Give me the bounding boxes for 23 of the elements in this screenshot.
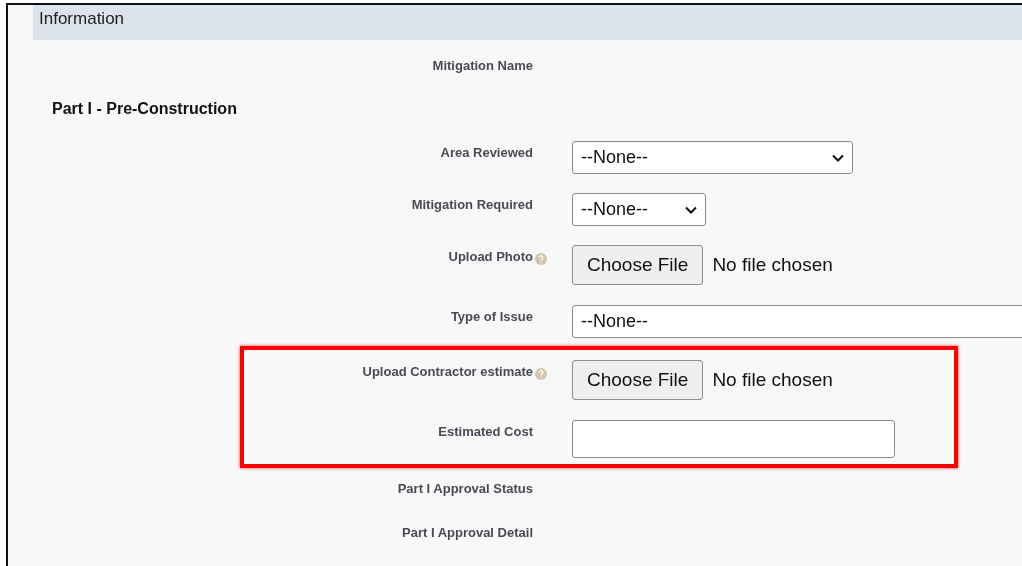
field-label: Area Reviewed bbox=[440, 145, 533, 160]
select-field[interactable]: --None-- bbox=[572, 141, 853, 174]
help-icon[interactable] bbox=[535, 253, 547, 265]
choose-file-button[interactable]: Choose File bbox=[572, 360, 704, 400]
help-icon[interactable] bbox=[535, 368, 547, 380]
chevron-down-icon bbox=[685, 205, 697, 214]
select-field[interactable]: --None-- bbox=[572, 305, 1022, 338]
chevron-down-icon bbox=[832, 153, 844, 162]
field-label: Mitigation Required bbox=[411, 197, 533, 212]
field-label: Upload Photo bbox=[448, 249, 533, 264]
field-label: Estimated Cost bbox=[438, 424, 533, 439]
file-status: No file chosen bbox=[712, 254, 833, 276]
choose-file-button[interactable]: Choose File bbox=[572, 245, 704, 285]
input-field[interactable] bbox=[572, 420, 895, 458]
field-label: Type of Issue bbox=[450, 309, 533, 324]
field-label: Part I Approval Status bbox=[397, 481, 533, 496]
field-label: Upload Contractor estimate bbox=[362, 364, 533, 379]
section-header: Information bbox=[33, 5, 1022, 40]
field-label: Part I Approval Detail bbox=[402, 525, 533, 540]
file-status: No file chosen bbox=[712, 369, 833, 391]
field-label: Mitigation Name bbox=[432, 58, 533, 73]
select-field[interactable]: --None-- bbox=[572, 193, 706, 226]
section-heading: Part I - Pre-Construction bbox=[51, 99, 237, 118]
